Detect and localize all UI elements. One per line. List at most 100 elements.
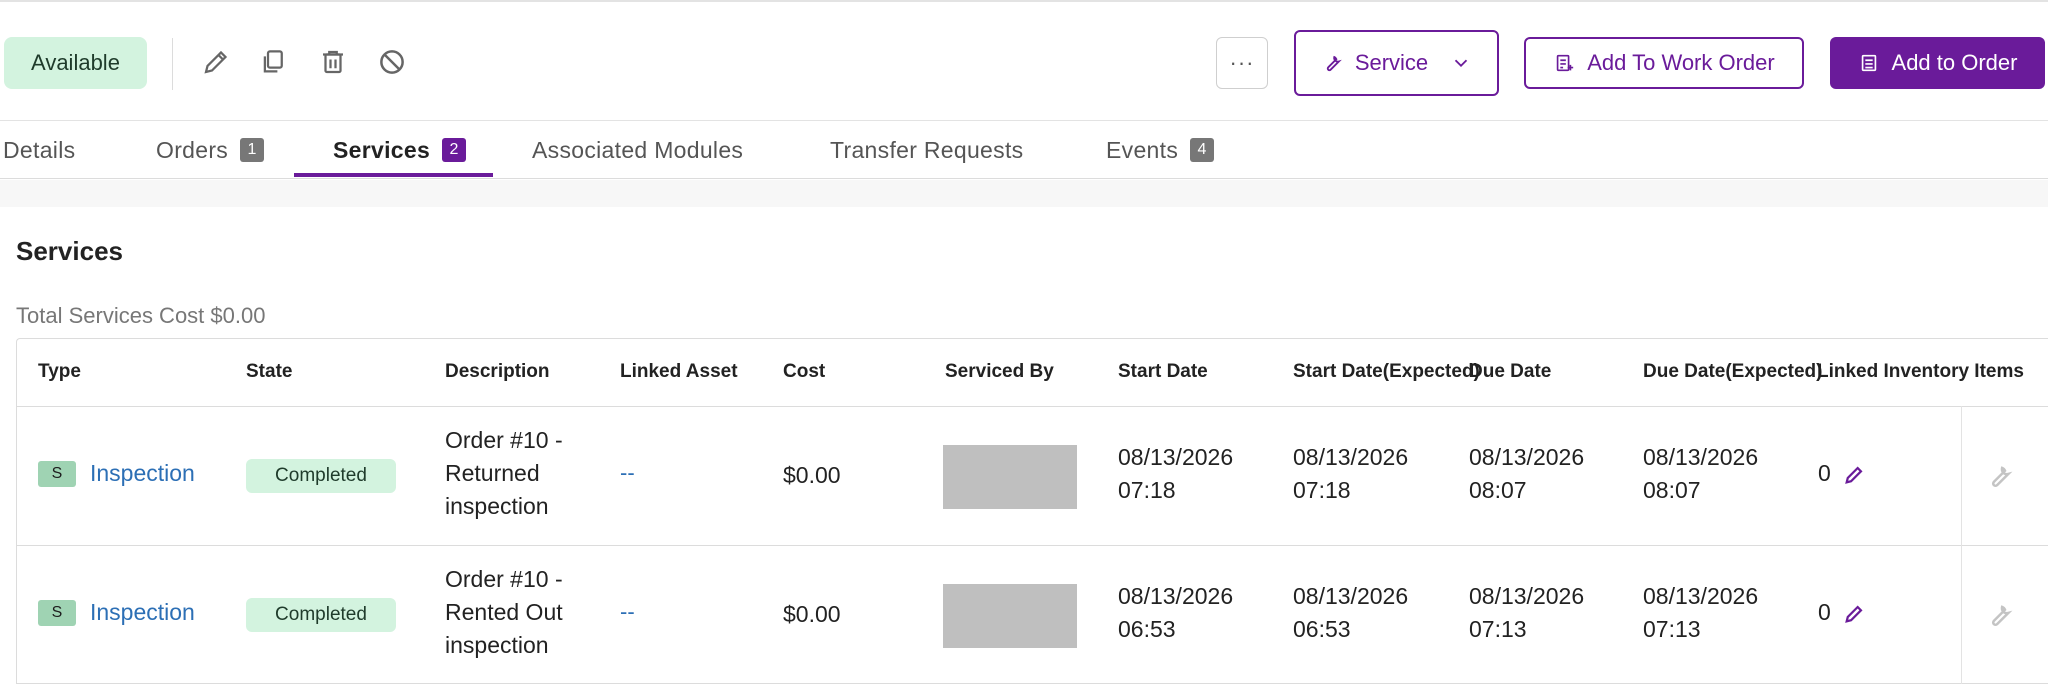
- date-line: 08/13/2026: [1469, 583, 1585, 609]
- actions-column-divider: [1961, 406, 1962, 545]
- section-title: Services: [16, 236, 123, 266]
- linked-inventory-count: 0: [1818, 599, 1831, 625]
- start-date-expected: 08/13/2026 07:18: [1293, 441, 1408, 507]
- toolbar: Available ··· Service Add To Work Order …: [0, 0, 2048, 121]
- content-divider-band: [0, 180, 2048, 207]
- column-header-due-date: Due Date: [1469, 361, 1552, 382]
- date-line: 08/13/2026: [1643, 444, 1759, 470]
- start-date: 08/13/2026 06:53: [1118, 580, 1233, 646]
- tab-events[interactable]: Events 4: [1106, 121, 1215, 179]
- description-line: inspection: [445, 493, 549, 519]
- date-line: 08/13/2026: [1293, 444, 1409, 470]
- service-state-badge: Completed: [246, 598, 396, 632]
- service-dropdown-button[interactable]: Service: [1294, 30, 1499, 96]
- tab-label: Associated Modules: [532, 136, 744, 163]
- description-line: Returned: [445, 460, 540, 486]
- pencil-icon[interactable]: [198, 44, 234, 80]
- time-line: 06:53: [1293, 616, 1351, 642]
- tab-transfer-requests[interactable]: Transfer Requests: [830, 121, 1023, 179]
- tab-details[interactable]: Details: [3, 121, 75, 179]
- service-type-badge: S: [38, 461, 76, 487]
- wrench-icon[interactable]: [1984, 461, 2014, 491]
- service-cost: $0.00: [783, 462, 841, 488]
- edit-inventory-pencil-icon[interactable]: [1843, 464, 1865, 486]
- time-line: 07:13: [1469, 616, 1527, 642]
- work-order-icon: [1557, 54, 1574, 72]
- column-header-state: State: [246, 361, 293, 382]
- column-header-due-date-expected: Due Date(Expected): [1643, 361, 1823, 382]
- due-date-expected: 08/13/2026 07:13: [1643, 580, 1758, 646]
- service-type-link[interactable]: Inspection: [90, 460, 195, 487]
- toolbar-divider: [172, 38, 173, 90]
- service-cost: $0.00: [783, 601, 841, 627]
- tab-count-badge: 2: [442, 138, 467, 162]
- tab-bar: Details Orders 1 Services 2 Associated M…: [0, 121, 2048, 179]
- linked-inventory-count: 0: [1818, 460, 1831, 486]
- wrench-icon[interactable]: [1984, 600, 2014, 630]
- active-tab-indicator: [294, 173, 493, 177]
- date-line: 08/13/2026: [1469, 444, 1585, 470]
- tab-services[interactable]: Services 2: [333, 121, 467, 179]
- service-description: Order #10 - Returned inspection: [445, 424, 563, 523]
- tab-label: Orders: [156, 136, 229, 163]
- serviced-by-redacted: [943, 584, 1077, 648]
- description-line: Order #10 -: [445, 566, 563, 592]
- add-to-work-order-button[interactable]: Add To Work Order: [1524, 37, 1804, 89]
- column-header-linked-inventory-items: Linked Inventory Items: [1817, 361, 2024, 382]
- services-table: Type State Description Linked Asset Cost…: [16, 338, 2048, 684]
- description-line: Rented Out: [445, 599, 563, 625]
- order-list-icon: [1861, 54, 1876, 72]
- start-date-expected: 08/13/2026 06:53: [1293, 580, 1408, 646]
- trash-icon[interactable]: [315, 44, 351, 80]
- service-state-badge: Completed: [246, 459, 396, 493]
- tab-label: Services: [333, 136, 431, 163]
- actions-column-divider: [1961, 545, 1962, 684]
- date-line: 08/13/2026: [1118, 583, 1234, 609]
- tab-label: Transfer Requests: [830, 136, 1024, 163]
- service-type-link[interactable]: Inspection: [90, 599, 195, 626]
- date-line: 08/13/2026: [1293, 583, 1409, 609]
- tab-orders[interactable]: Orders 1: [156, 121, 265, 179]
- add-to-order-button[interactable]: Add to Order: [1830, 37, 2045, 89]
- tab-label: Events: [1106, 136, 1179, 163]
- serviced-by-redacted: [943, 445, 1077, 509]
- description-line: Order #10 -: [445, 427, 563, 453]
- due-date: 08/13/2026 07:13: [1469, 580, 1584, 646]
- column-header-serviced-by: Serviced By: [945, 361, 1054, 382]
- service-description: Order #10 - Rented Out inspection: [445, 563, 563, 662]
- status-badge: Available: [4, 37, 147, 89]
- column-header-description: Description: [445, 361, 550, 382]
- time-line: 08:07: [1643, 477, 1701, 503]
- service-button-label: Service: [1354, 50, 1429, 75]
- tab-count-badge: 1: [240, 138, 265, 162]
- add-to-order-label: Add to Order: [1891, 50, 2018, 75]
- row-divider: [17, 545, 2048, 546]
- description-line: inspection: [445, 632, 549, 658]
- time-line: 07:18: [1118, 477, 1176, 503]
- tab-label: Details: [3, 136, 76, 163]
- service-type-badge: S: [38, 600, 76, 626]
- date-line: 08/13/2026: [1118, 444, 1234, 470]
- date-line: 08/13/2026: [1643, 583, 1759, 609]
- time-line: 08:07: [1469, 477, 1527, 503]
- edit-inventory-pencil-icon[interactable]: [1843, 603, 1865, 625]
- copy-icon[interactable]: [255, 44, 291, 80]
- table-header-divider: [17, 406, 2048, 407]
- start-date: 08/13/2026 07:18: [1118, 441, 1233, 507]
- wrench-icon: [1326, 55, 1342, 72]
- column-header-start-date: Start Date: [1118, 361, 1208, 382]
- linked-asset-link[interactable]: --: [620, 599, 635, 625]
- column-header-start-date-expected: Start Date(Expected): [1293, 361, 1480, 382]
- tab-count-badge: 4: [1190, 138, 1215, 162]
- time-line: 06:53: [1118, 616, 1176, 642]
- column-header-linked-asset: Linked Asset: [620, 361, 738, 382]
- block-icon[interactable]: [374, 44, 410, 80]
- more-actions-button[interactable]: ···: [1216, 37, 1268, 89]
- due-date-expected: 08/13/2026 08:07: [1643, 441, 1758, 507]
- tab-associated-modules[interactable]: Associated Modules: [532, 121, 743, 179]
- linked-asset-link[interactable]: --: [620, 460, 635, 486]
- due-date: 08/13/2026 08:07: [1469, 441, 1584, 507]
- chevron-down-icon: [1455, 59, 1468, 68]
- total-services-cost: Total Services Cost $0.00: [16, 303, 266, 328]
- column-header-cost: Cost: [783, 361, 826, 382]
